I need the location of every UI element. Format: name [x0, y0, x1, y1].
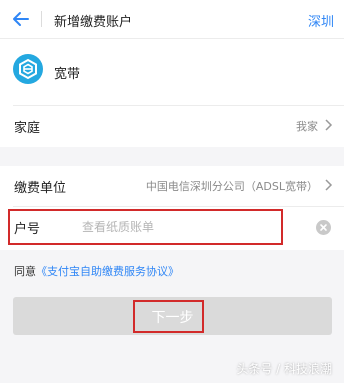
- top-bar: 新增缴费账户 深圳: [0, 0, 344, 38]
- family-label: 家庭: [14, 121, 41, 136]
- watermark: 头条号 / 科技浪潮: [236, 362, 332, 376]
- back-arrow-icon[interactable]: [10, 8, 32, 30]
- header-divider: [41, 11, 42, 27]
- unit-label: 缴费单位: [14, 181, 67, 196]
- agreement-text: 同意《支付宝自助缴费服务协议》: [14, 263, 179, 279]
- page-title: 新增缴费账户: [54, 15, 133, 30]
- chevron-right-icon[interactable]: [323, 179, 333, 191]
- city-selector[interactable]: 深圳: [308, 11, 334, 30]
- clear-icon[interactable]: [316, 220, 331, 235]
- broadband-icon: [13, 54, 43, 84]
- chevron-right-icon[interactable]: [323, 119, 333, 131]
- agreement-prefix: 同意: [14, 265, 36, 278]
- agreement-link[interactable]: 《支付宝自助缴费服务协议》: [36, 265, 179, 278]
- family-value[interactable]: 我家: [296, 118, 318, 134]
- highlight-box: [8, 209, 283, 245]
- divider: [13, 206, 344, 207]
- account-type-section: 宽带 家庭 我家: [0, 38, 344, 147]
- account-type-label: 宽带: [54, 67, 81, 82]
- highlight-box: [133, 300, 204, 333]
- divider: [13, 105, 344, 106]
- unit-value[interactable]: 中国电信深圳分公司（ADSL宽带）: [146, 178, 318, 194]
